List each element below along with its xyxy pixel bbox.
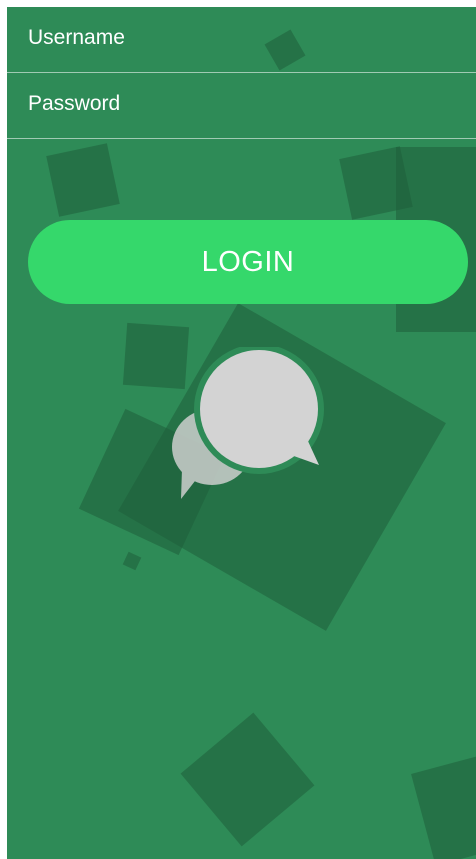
- login-button-label: LOGIN: [201, 245, 295, 278]
- password-field[interactable]: Password: [7, 73, 476, 139]
- username-placeholder: Username: [28, 26, 125, 49]
- decor-square: [122, 551, 142, 571]
- login-screen: Username Password LOGIN: [7, 7, 476, 859]
- decor-square: [180, 712, 315, 847]
- username-field[interactable]: Username: [7, 7, 476, 73]
- decor-square: [411, 753, 476, 859]
- login-button[interactable]: LOGIN: [28, 220, 468, 304]
- chat-bubbles-icon: [167, 344, 337, 517]
- decor-square: [46, 143, 120, 217]
- password-placeholder: Password: [28, 92, 121, 115]
